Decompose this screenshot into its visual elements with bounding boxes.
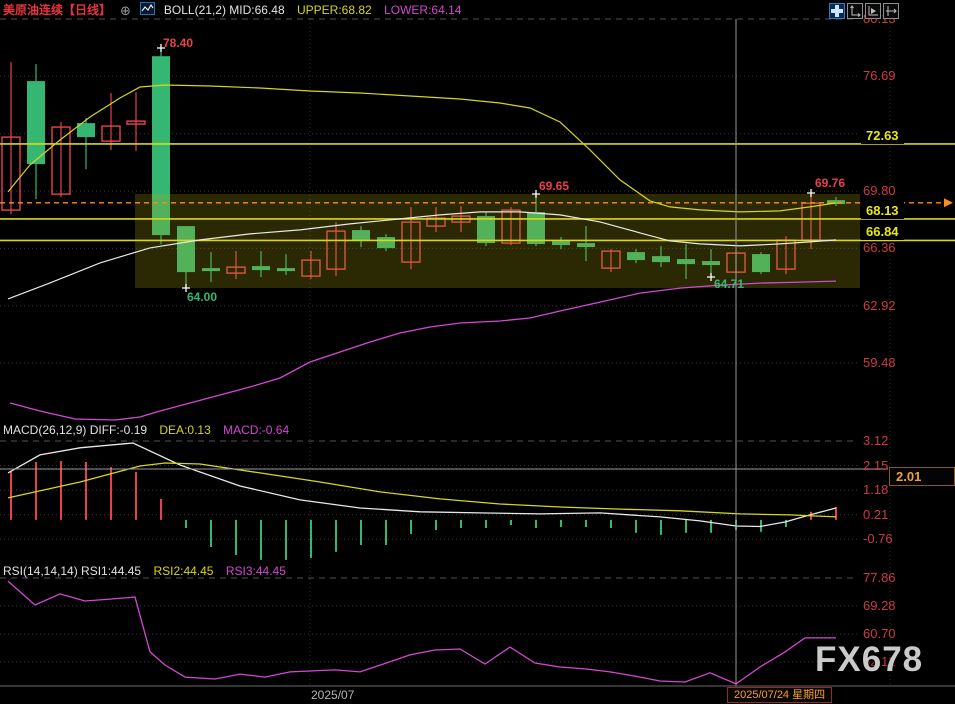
crosshair-value-label: 2.01 — [889, 467, 955, 486]
axis-zoom-icon[interactable] — [847, 3, 863, 19]
macd-macd-label: MACD:-0.64 — [223, 423, 289, 437]
expand-icon[interactable]: ⊕ — [120, 3, 131, 18]
macd-panel-header: MACD(26,12,9) DIFF:-0.19 DEA:0.13 MACD:-… — [3, 424, 298, 437]
crosshair-date-label: 2025/07/24 星期四 — [727, 687, 832, 703]
mini-chart-icon[interactable] — [140, 2, 155, 18]
trading-chart-app: 80.1376.6973.2469.8066.3662.9259.483.122… — [0, 0, 955, 704]
rsi1-label: RSI(14,14,14) RSI1:44.45 — [3, 564, 141, 578]
rsi2-label: RSI2:44.45 — [153, 564, 213, 578]
rsi3-label: RSI3:44.45 — [226, 564, 286, 578]
boll-lower-label: LOWER:64.14 — [384, 3, 461, 17]
crosshair[interactable] — [0, 19, 888, 686]
symbol-title[interactable]: 美原油连续【日线】 — [3, 3, 111, 17]
boll-mid-label: BOLL(21,2) MID:66.48 — [164, 3, 285, 17]
watermark: FX678 — [815, 640, 923, 680]
time-axis-month-label: 2025/07 — [311, 688, 354, 702]
axis-play-icon[interactable] — [865, 3, 881, 19]
macd-diff-label: MACD(26,12,9) DIFF:-0.19 — [3, 423, 147, 437]
price-panel-header: 美原油连续【日线】 ⊕ BOLL(21,2) MID:66.48 UPPER:68.… — [3, 2, 470, 18]
pan-tool-icon[interactable] — [829, 3, 845, 19]
rsi-panel-header: RSI(14,14,14) RSI1:44.45 RSI2:44.45 RSI3… — [3, 565, 295, 578]
axis-fit-icon[interactable] — [883, 3, 899, 19]
macd-histogram — [11, 461, 836, 560]
chart-toolbar — [829, 3, 899, 19]
boll-upper-label: UPPER:68.82 — [297, 3, 372, 17]
macd-dea-label: DEA:0.13 — [159, 423, 210, 437]
chart-canvas[interactable] — [0, 0, 955, 704]
